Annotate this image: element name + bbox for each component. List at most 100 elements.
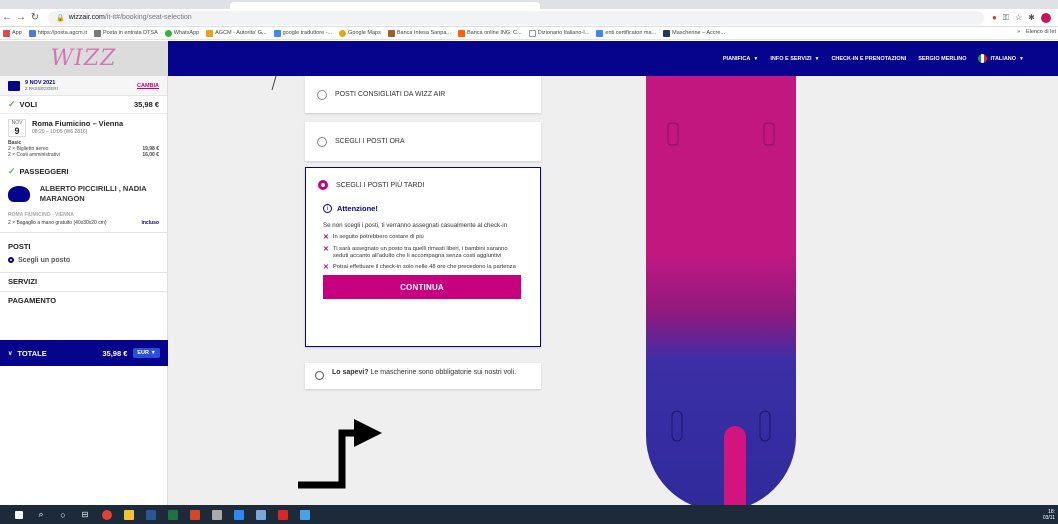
bank-icon — [387, 29, 395, 37]
nav-plan[interactable]: PIANIFICA ▼ — [723, 56, 758, 62]
bookmark-7[interactable]: Banca Intesa Sanpa... — [387, 29, 451, 37]
reload-icon[interactable]: ↻ — [28, 12, 42, 23]
bookmark-2[interactable]: Posta in entrata DTSA — [94, 29, 158, 37]
bookmarks-more[interactable]: » — [1017, 29, 1020, 35]
system-clock[interactable]: 18: 03/11 — [1043, 509, 1058, 521]
app-icon[interactable] — [228, 505, 250, 524]
radio-icon[interactable] — [317, 89, 327, 100]
total-bar: ∨ TOTALE 35,98 € EUR ▼ — [0, 340, 168, 366]
bookmark-0[interactable]: App — [3, 29, 22, 37]
nav-language[interactable]: ITALIANO ▼ — [978, 54, 1024, 63]
radio-selected-icon[interactable] — [318, 180, 328, 190]
app-icon[interactable] — [294, 505, 316, 524]
bookmark-10[interactable]: enti certificatori ma... — [596, 29, 656, 37]
radio-icon[interactable] — [317, 136, 327, 147]
reading-list[interactable]: Elenco di let — [1026, 29, 1056, 35]
nav-info[interactable]: INFO E SERVIZI ▼ — [770, 56, 819, 62]
date-bar: 9 NOV 2021 2 PASSEGGERI CAMBIA — [0, 76, 167, 96]
mail-icon — [94, 29, 102, 37]
seat-choice[interactable]: Scegli un posto — [0, 255, 167, 266]
passengers-section[interactable]: ✓ PASSEGGERI — [0, 162, 167, 180]
flight-date-box: NOV 9 — [8, 119, 26, 137]
payment-section[interactable]: PAGAMENTO — [0, 292, 167, 310]
word-icon[interactable] — [140, 505, 162, 524]
change-link[interactable]: CAMBIA — [137, 83, 159, 89]
agcm-icon — [206, 29, 214, 37]
attention-text: Se non scegli i posti, ti verranno asseg… — [323, 222, 508, 229]
cross-icon: ✕ — [323, 234, 329, 242]
bookmark-8[interactable]: Banca online ING: C... — [457, 29, 522, 37]
bookmark-5[interactable]: google traduttore -... — [273, 29, 332, 37]
check-icon: ✓ — [8, 99, 16, 109]
lock-icon: 🔒 — [56, 14, 65, 22]
bookmark-1[interactable]: https://posta.agcm.it — [28, 29, 87, 37]
bookmark-4[interactable]: AGCM - Autorita' G... — [206, 29, 267, 37]
active-tab[interactable] — [230, 2, 540, 9]
option-label: SCEGLI I POSTI PIÙ TARDI — [336, 181, 425, 189]
file-explorer-icon[interactable] — [118, 505, 140, 524]
bookmark-9[interactable]: Dizionario Italiano-I... — [528, 29, 589, 37]
url-path: /it-it#/booking/seat-selection — [104, 14, 192, 21]
bookmark-3[interactable]: WhatsApp — [164, 29, 199, 37]
back-icon[interactable]: ← — [0, 12, 14, 23]
excel-icon[interactable] — [162, 505, 184, 524]
wizz-logo[interactable]: WIZZ — [0, 41, 167, 76]
option-recommended[interactable]: POSTI CONSIGLIATI DA WIZZ AIR — [305, 76, 541, 113]
chevron-down-icon: ▼ — [753, 55, 759, 62]
acrobat-icon[interactable] — [272, 505, 294, 524]
task-view-icon[interactable]: ⊟ — [74, 505, 96, 524]
google-icon — [273, 29, 281, 37]
bookmark-icon — [28, 29, 36, 37]
radio-icon — [8, 257, 14, 263]
windows-start-icon[interactable] — [8, 505, 30, 524]
option-label: POSTI CONSIGLIATI DA WIZZ AIR — [335, 91, 446, 98]
search-icon[interactable]: ⌕ — [30, 505, 52, 524]
continue-button[interactable]: CONTINUA — [323, 275, 521, 300]
passenger-count: 2 PASSEGGERI — [25, 86, 58, 92]
warning-item: ✕ In seguito potrebbero costare di più — [323, 234, 424, 242]
seats-section[interactable]: POSTI — [0, 239, 167, 255]
nav-checkin[interactable]: CHECK-IN E PRENOTAZIONI — [831, 56, 906, 62]
annotation-arrow — [298, 419, 382, 489]
apps-icon — [3, 29, 10, 37]
windows-taskbar: ⌕ ○ ⊟ 18: 03/11 — [0, 505, 1058, 524]
booking-summary-sidebar: WIZZ 9 NOV 2021 2 PASSEGGERI CAMBIA ✓ VO… — [0, 41, 168, 505]
lightbulb-icon — [315, 371, 324, 380]
nav-user[interactable]: SERGIO MERLINO — [918, 56, 966, 62]
key-icon[interactable]: ⚿ — [1003, 13, 1009, 23]
maps-icon — [339, 29, 347, 37]
powerpoint-icon[interactable] — [184, 505, 206, 524]
passengers-row: ALBERTO PICCIRILLI , NADIA MARANGON — [0, 180, 167, 208]
forward-icon[interactable]: → — [14, 12, 28, 23]
did-you-know-card: Lo sapevi? Le mascherine sono obbligator… — [305, 363, 541, 389]
chrome-icon[interactable] — [96, 505, 118, 524]
whatsapp-icon — [164, 29, 172, 37]
star-icon[interactable]: ☆ — [1015, 13, 1022, 23]
tip-title: Lo sapevi? — [332, 369, 369, 376]
app-icon[interactable] — [250, 505, 272, 524]
bookmark-6[interactable]: Google Maps — [339, 29, 381, 37]
flights-section[interactable]: ✓ VOLI 35,98 € — [0, 96, 167, 114]
option-label: SCEGLI I POSTI ORA — [335, 138, 405, 145]
extension-icon[interactable]: ● — [992, 13, 997, 23]
plane-windows — [667, 122, 775, 442]
option-choose-later[interactable]: SCEGLI I POSTI PIÙ TARDI i Attenzione! S… — [305, 167, 541, 347]
profile-avatar[interactable] — [1040, 12, 1051, 23]
puzzle-icon[interactable]: ✱ — [1028, 13, 1035, 23]
app-icon[interactable] — [206, 505, 228, 524]
option-choose-now[interactable]: SCEGLI I POSTI ORA — [305, 122, 541, 161]
total-price: 35,98 € — [102, 348, 128, 358]
passenger-names: ALBERTO PICCIRILLI , NADIA MARANGON — [39, 184, 147, 203]
chevron-down-icon[interactable]: ∨ — [8, 350, 12, 357]
services-section[interactable]: SERVIZI — [0, 273, 167, 291]
currency-select[interactable]: EUR ▼ — [133, 348, 160, 358]
google-icon — [596, 29, 604, 37]
cortana-icon[interactable]: ○ — [52, 505, 74, 524]
flight-item: NOV 9 Roma Fiumicino – Vienna 08:20 – 10… — [0, 114, 167, 140]
cross-icon: ✕ — [323, 264, 329, 271]
flights-price: 35,98 € — [133, 100, 159, 109]
bookmark-11[interactable]: Mascherine – Accre... — [663, 29, 725, 37]
url-field[interactable]: 🔒 wizzair.com /it-it#/booking/seat-selec… — [48, 10, 984, 25]
address-bar: ← → ↻ 🔒 wizzair.com /it-it#/booking/seat… — [0, 9, 1058, 27]
tip-text: Le mascherine sono obbligatorie sui nost… — [368, 369, 517, 376]
